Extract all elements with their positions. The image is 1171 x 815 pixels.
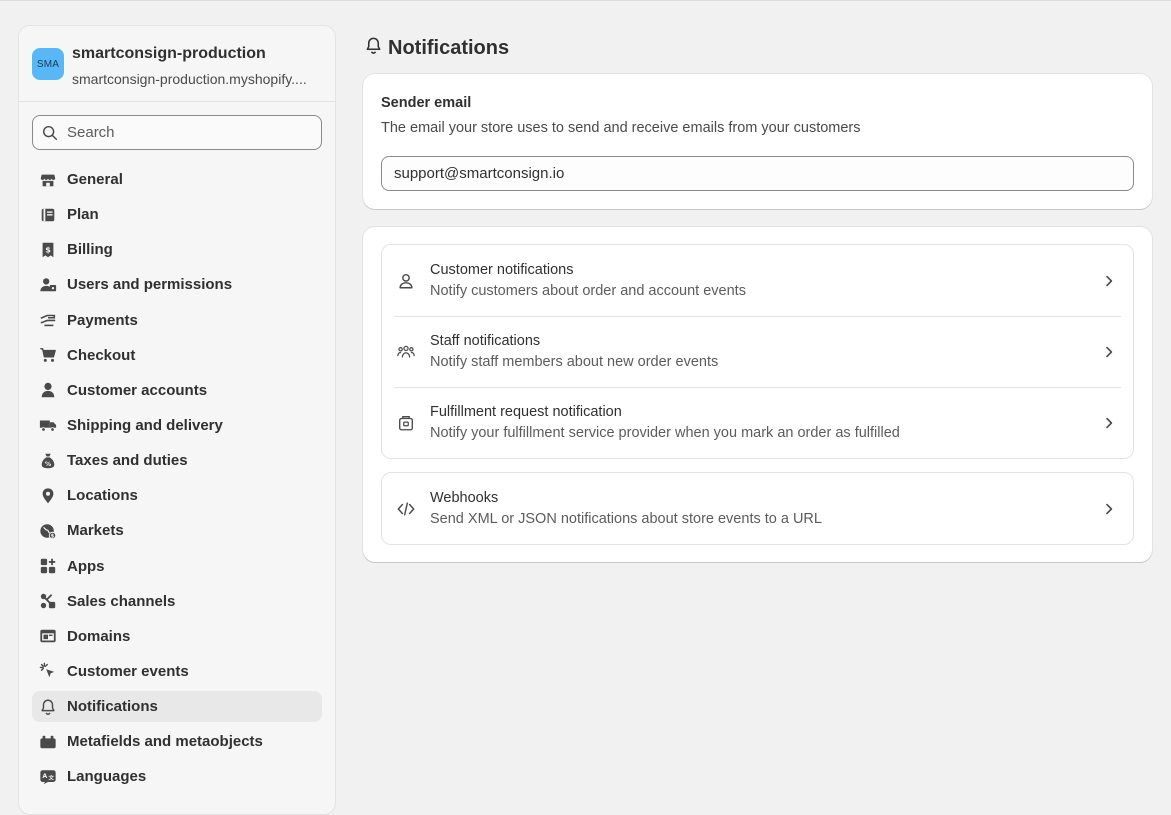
store-switcher[interactable]: SMA smartconsign-production smartconsign… [19, 26, 335, 102]
row-description: Notify staff members about new order eve… [430, 354, 719, 370]
sidebar-item-label: Payments [67, 311, 138, 329]
sidebar-item-customer-accounts[interactable]: Customer accounts [32, 375, 322, 406]
sidebar-item-label: Billing [67, 241, 113, 259]
domains-icon [38, 626, 58, 646]
sidebar-item-shipping[interactable]: Shipping and delivery [32, 410, 322, 441]
sidebar-item-metafields[interactable]: Metafields and metaobjects [32, 726, 322, 757]
page-title-text: Notifications [388, 37, 510, 59]
fulfillment-request-row[interactable]: Fulfillment request notification Notify … [382, 387, 1133, 458]
bell-icon [38, 697, 58, 717]
sidebar-item-users[interactable]: Users and permissions [32, 269, 322, 300]
sidebar-item-sales-channels[interactable]: Sales channels [32, 586, 322, 617]
svg-text:$: $ [45, 244, 51, 254]
row-description: Send XML or JSON notifications about sto… [430, 511, 822, 527]
webhooks-row[interactable]: Webhooks Send XML or JSON notifications … [382, 473, 1133, 544]
sidebar-item-label: Users and permissions [67, 276, 233, 294]
sidebar-item-label: Apps [67, 557, 105, 575]
sidebar-item-label: Customer events [67, 662, 189, 680]
store-domain: smartconsign-production.myshopify.... [72, 71, 307, 87]
sidebar-item-label: Locations [67, 487, 138, 505]
tax-icon: % [38, 451, 58, 471]
sidebar-item-notifications[interactable]: Notifications [32, 691, 322, 723]
billing-icon: $ [38, 240, 58, 260]
sidebar-item-customer-events[interactable]: Customer events [32, 656, 322, 687]
sidebar-item-markets[interactable]: $ Markets [32, 515, 322, 546]
chevron-right-icon [1099, 413, 1119, 433]
row-title: Staff notifications [430, 333, 541, 349]
svg-text:文: 文 [48, 773, 54, 781]
sidebar-item-label: General [67, 171, 123, 188]
sidebar-item-payments[interactable]: Payments [32, 305, 322, 336]
store-icon [38, 170, 58, 190]
sidebar-item-label: Shipping and delivery [67, 416, 223, 434]
webhooks-list: Webhooks Send XML or JSON notifications … [381, 472, 1134, 545]
sidebar-item-label: Sales channels [67, 592, 176, 610]
chevron-right-icon [1099, 342, 1119, 362]
sidebar-item-label: Customer accounts [67, 381, 208, 399]
sender-email-description: The email your store uses to send and re… [381, 120, 861, 136]
svg-text:%: % [45, 461, 52, 468]
sidebar-item-label: Markets [67, 522, 124, 540]
search-icon [42, 125, 58, 140]
sender-email-card: Sender email The email your store uses t… [363, 74, 1152, 209]
settings-nav: General Plan $ Billing Users and permiss… [19, 164, 335, 792]
chevron-right-icon [1099, 271, 1119, 291]
sidebar-item-label: Checkout [67, 346, 136, 364]
sidebar-item-label: Taxes and duties [67, 452, 188, 470]
store-name: smartconsign-production [72, 46, 266, 62]
person-outline-icon [397, 272, 415, 290]
customer-notifications-row[interactable]: Customer notifications Notify customers … [382, 245, 1133, 316]
search-placeholder: Search [67, 124, 115, 141]
sidebar-item-billing[interactable]: $ Billing [32, 234, 322, 265]
row-title: Webhooks [430, 490, 499, 506]
globe-icon: $ [38, 521, 58, 541]
location-icon [38, 486, 58, 506]
sidebar-item-general[interactable]: General [32, 164, 322, 195]
code-icon [397, 500, 415, 518]
truck-icon [38, 415, 58, 435]
users-icon [38, 275, 58, 295]
metafields-icon [38, 732, 58, 752]
sales-channels-icon [38, 591, 58, 611]
svg-text:A: A [42, 773, 47, 780]
sidebar-item-checkout[interactable]: Checkout [32, 340, 322, 371]
row-title: Customer notifications [430, 262, 574, 278]
cart-icon [38, 345, 58, 365]
staff-notifications-row[interactable]: Staff notifications Notify staff members… [382, 316, 1133, 387]
person-icon [38, 380, 58, 400]
row-description: Notify your fulfillment service provider… [430, 425, 900, 441]
languages-icon: A文 [38, 767, 58, 787]
apps-icon [38, 556, 58, 576]
sidebar-item-label: Plan [67, 206, 99, 224]
plan-icon [38, 205, 58, 225]
top-divider [0, 0, 1171, 1]
cursor-icon [38, 661, 58, 681]
sidebar-item-plan[interactable]: Plan [32, 199, 322, 230]
sidebar-item-languages[interactable]: A文 Languages [32, 761, 322, 792]
package-icon [397, 414, 415, 432]
svg-text:$: $ [51, 533, 55, 539]
sender-email-title: Sender email [381, 95, 472, 111]
notification-types-list: Customer notifications Notify customers … [381, 244, 1134, 459]
team-icon [397, 343, 415, 361]
sidebar-item-label: Domains [67, 627, 131, 645]
sidebar-item-domains[interactable]: Domains [32, 621, 322, 652]
bell-icon [364, 36, 383, 61]
store-avatar: SMA [32, 48, 64, 80]
sidebar-item-label: Notifications [67, 698, 158, 716]
row-description: Notify customers about order and account… [430, 283, 746, 299]
notifications-card: Customer notifications Notify customers … [363, 227, 1152, 562]
search-input[interactable]: Search [32, 115, 322, 150]
settings-sidebar: SMA smartconsign-production smartconsign… [18, 25, 336, 815]
sidebar-item-label: Metafields and metaobjects [67, 733, 263, 751]
sidebar-item-apps[interactable]: Apps [32, 551, 322, 582]
row-title: Fulfillment request notification [430, 404, 622, 420]
sidebar-item-locations[interactable]: Locations [32, 480, 322, 511]
page-title: Notifications [364, 36, 509, 61]
payments-icon [38, 310, 58, 330]
chevron-right-icon [1099, 499, 1119, 519]
sender-email-field[interactable]: support@smartconsign.io [381, 156, 1134, 191]
sidebar-item-label: Languages [67, 768, 147, 786]
sidebar-item-taxes[interactable]: % Taxes and duties [32, 445, 322, 476]
